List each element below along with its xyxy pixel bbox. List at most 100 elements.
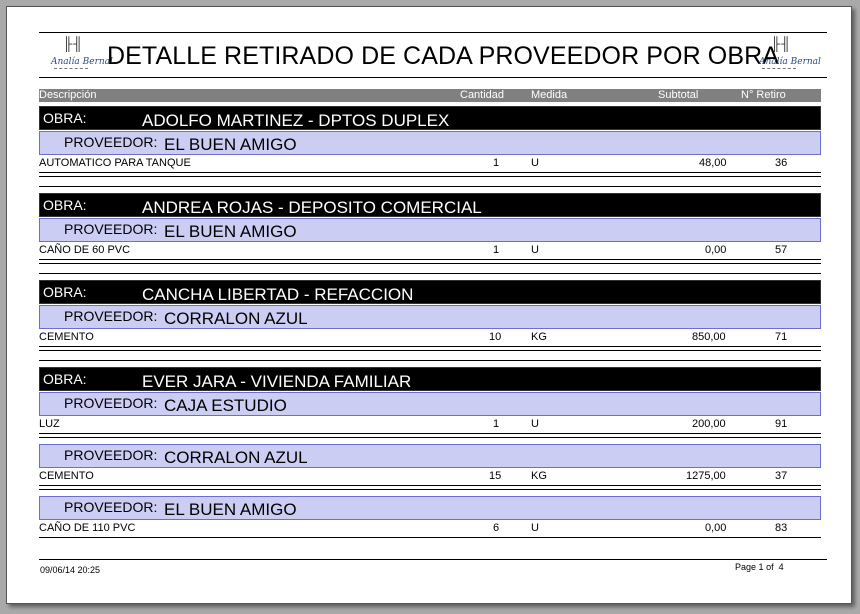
obra-label: OBRA: <box>43 371 87 387</box>
divider <box>39 259 821 260</box>
table-row: CAÑO DE 110 PVC 6 U 0,00 83 <box>39 521 821 535</box>
divider <box>39 273 821 274</box>
proveedor-header: PROVEEDOR: EL BUEN AMIGO <box>39 131 821 155</box>
divider <box>39 172 821 173</box>
item-retiro: 57 <box>775 244 788 256</box>
item-descripcion: CEMENTO <box>39 331 94 343</box>
item-medida: U <box>531 522 539 534</box>
divider <box>39 186 821 187</box>
item-cantidad: 1 <box>493 418 500 430</box>
company-logo-right: ╟╢ Analía Bernal <box>759 36 821 77</box>
item-subtotal: 1275,00 <box>686 470 726 482</box>
item-retiro: 91 <box>775 418 788 430</box>
obra-name: ADOLFO MARTINEZ - DPTOS DUPLEX <box>142 111 450 130</box>
item-subtotal: 850,00 <box>692 331 726 343</box>
proveedor-label: PROVEEDOR: <box>64 447 158 463</box>
item-cantidad: 10 <box>489 331 502 343</box>
item-medida: U <box>531 157 539 169</box>
proveedor-header: PROVEEDOR: EL BUEN AMIGO <box>39 218 821 242</box>
obra-label: OBRA: <box>43 284 87 300</box>
obra-header: OBRA: ANDREA ROJAS - DEPOSITO COMERCIAL <box>39 193 821 217</box>
item-medida: U <box>531 244 539 256</box>
item-subtotal: 48,00 <box>699 157 727 169</box>
divider <box>39 176 821 177</box>
item-retiro: 83 <box>775 522 788 534</box>
page-total: 4 <box>778 562 784 572</box>
proveedor-name: CORRALON AZUL <box>164 309 308 328</box>
page-current: 1 <box>758 562 764 572</box>
proveedor-name: CAJA ESTUDIO <box>164 396 287 415</box>
item-cantidad: 1 <box>493 157 500 169</box>
col-descripcion: Descripción <box>39 89 97 101</box>
proveedor-label: PROVEEDOR: <box>64 499 158 515</box>
proveedor-header: PROVEEDOR: EL BUEN AMIGO <box>39 496 821 520</box>
divider <box>39 263 821 264</box>
item-descripcion: CAÑO DE 110 PVC <box>39 522 136 534</box>
column-header-bar: Descripción Cantidad Medida Subtotal N° … <box>39 89 821 102</box>
report-title: DETALLE RETIRADO DE CADA PROVEEDOR POR O… <box>107 42 780 70</box>
divider <box>39 433 821 434</box>
table-row: CEMENTO 15 KG 1275,00 37 <box>39 469 821 483</box>
proveedor-label: PROVEEDOR: <box>64 134 158 150</box>
divider <box>39 437 821 438</box>
item-retiro: 36 <box>775 157 788 169</box>
item-descripcion: LUZ <box>39 418 60 430</box>
divider <box>39 537 821 538</box>
proveedor-label: PROVEEDOR: <box>64 395 158 411</box>
item-cantidad: 1 <box>493 244 500 256</box>
logo-text: Analía Bernal <box>51 57 113 67</box>
proveedor-label: PROVEEDOR: <box>64 221 158 237</box>
header-bottom-rule <box>39 77 827 78</box>
col-cantidad: Cantidad <box>460 89 505 101</box>
footer-pagination: Page 1 of 4 <box>735 562 784 572</box>
fork-icon: ╟╢ <box>771 36 792 51</box>
item-subtotal: 200,00 <box>692 418 726 430</box>
table-row: LUZ 1 U 200,00 91 <box>39 417 821 431</box>
obra-header: OBRA: CANCHA LIBERTAD - REFACCION <box>39 280 821 304</box>
footer-rule <box>39 559 827 560</box>
proveedor-name: EL BUEN AMIGO <box>164 135 297 154</box>
page-of: of <box>766 562 774 572</box>
item-descripcion: CAÑO DE 60 PVC <box>39 244 131 256</box>
item-retiro: 71 <box>775 331 788 343</box>
proveedor-header: PROVEEDOR: CAJA ESTUDIO <box>39 392 821 416</box>
proveedor-name: EL BUEN AMIGO <box>164 222 297 241</box>
report-page: ╟╢ Analía Bernal DETALLE RETIRADO DE CAD… <box>6 6 852 604</box>
obra-name: EVER JARA - VIVIENDA FAMILIAR <box>142 372 412 391</box>
logo-text: Analía Bernal <box>759 57 821 67</box>
proveedor-header: PROVEEDOR: CORRALON AZUL <box>39 444 821 468</box>
obra-header: OBRA: ADOLFO MARTINEZ - DPTOS DUPLEX <box>39 106 821 130</box>
fork-icon: ╟╢ <box>63 36 84 51</box>
obra-header: OBRA: EVER JARA - VIVIENDA FAMILIAR <box>39 367 821 391</box>
obra-name: ANDREA ROJAS - DEPOSITO COMERCIAL <box>142 198 482 217</box>
item-medida: U <box>531 418 539 430</box>
item-subtotal: 0,00 <box>705 522 727 534</box>
company-logo-left: ╟╢ Analía Bernal <box>51 36 113 77</box>
header-top-rule <box>39 32 827 33</box>
item-descripcion: CEMENTO <box>39 470 94 482</box>
col-subtotal: Subtotal <box>658 89 699 101</box>
divider <box>39 346 821 347</box>
item-cantidad: 6 <box>493 522 500 534</box>
proveedor-name: EL BUEN AMIGO <box>164 500 297 519</box>
item-cantidad: 15 <box>489 470 502 482</box>
proveedor-header: PROVEEDOR: CORRALON AZUL <box>39 305 821 329</box>
proveedor-name: CORRALON AZUL <box>164 448 308 467</box>
obra-label: OBRA: <box>43 197 87 213</box>
divider <box>39 360 821 361</box>
item-subtotal: 0,00 <box>705 244 727 256</box>
col-medida: Medida <box>531 89 568 101</box>
proveedor-label: PROVEEDOR: <box>64 308 158 324</box>
obra-label: OBRA: <box>43 110 87 126</box>
divider <box>39 485 821 486</box>
item-retiro: 37 <box>775 470 788 482</box>
table-row: AUTOMATICO PARA TANQUE 1 U 48,00 36 <box>39 156 821 170</box>
item-medida: KG <box>531 331 547 343</box>
obra-name: CANCHA LIBERTAD - REFACCION <box>142 285 414 304</box>
table-row: CAÑO DE 60 PVC 1 U 0,00 57 <box>39 243 821 257</box>
page-label: Page <box>735 562 757 572</box>
table-row: CEMENTO 10 KG 850,00 71 <box>39 330 821 344</box>
divider <box>39 350 821 351</box>
item-descripcion: AUTOMATICO PARA TANQUE <box>39 157 191 169</box>
item-medida: KG <box>531 470 547 482</box>
